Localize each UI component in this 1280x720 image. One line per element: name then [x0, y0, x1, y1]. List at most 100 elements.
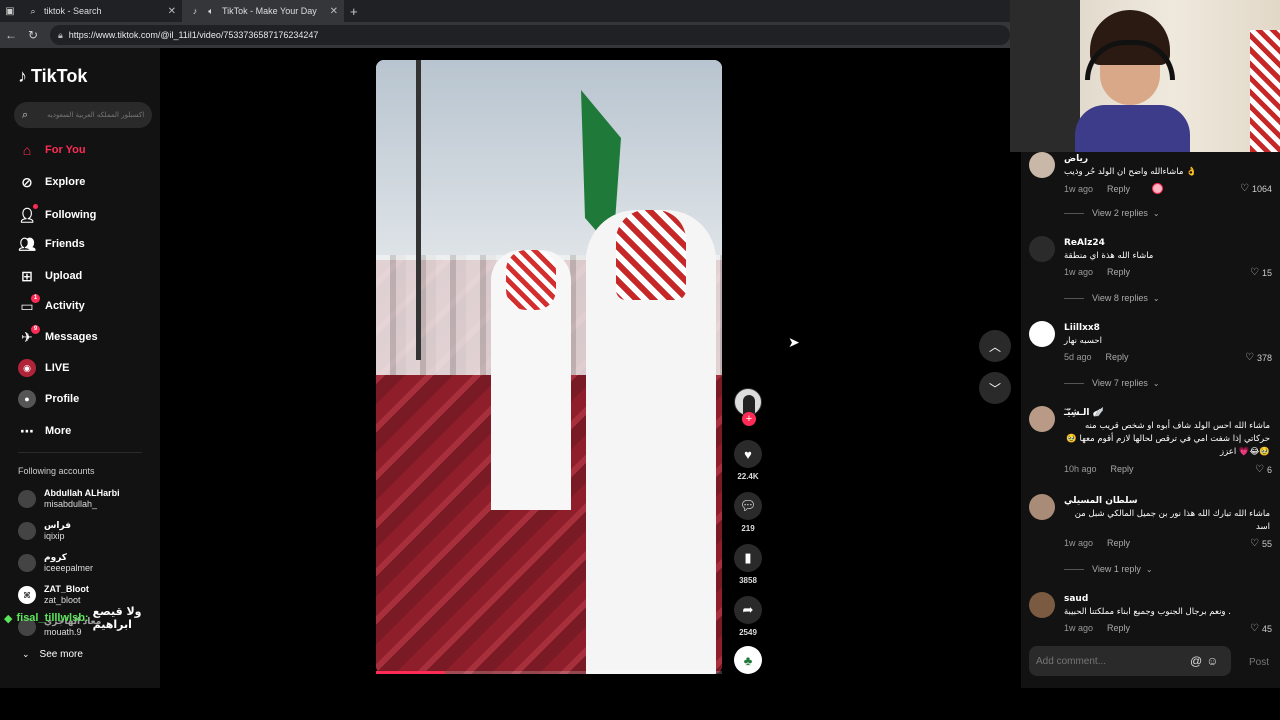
avatar[interactable] [1029, 321, 1055, 347]
reply-button[interactable]: Reply [1106, 352, 1129, 362]
creator-liked-icon [1152, 183, 1164, 194]
lock-icon[interactable]: 🔒︎ [58, 30, 63, 41]
speaker-icon[interactable]: 🔈︎ [206, 6, 216, 16]
reply-button[interactable]: Reply [1107, 538, 1130, 548]
comment-meta: 5d ago Reply [1064, 352, 1129, 362]
account-item[interactable]: Abdullah ALHarbi misabdullah_ [18, 488, 120, 510]
comment-like-button[interactable]: ♡ 1064 [1240, 183, 1272, 194]
nav-profile[interactable]: ● Profile [18, 390, 79, 408]
reply-button[interactable]: Reply [1107, 267, 1130, 277]
account-name: ZAT_Bloot [44, 584, 89, 594]
view-replies-button[interactable]: View 1 reply ⌄ [1064, 564, 1153, 574]
account-item[interactable]: ⌘ ZAT_Bloot zat_bloot [18, 584, 89, 606]
tiktok-logo[interactable]: ♪ TikTok [18, 66, 87, 87]
avatar[interactable] [1029, 406, 1055, 432]
view-replies-button[interactable]: View 8 replies ⌄ [1064, 293, 1160, 303]
webcam-chair [1010, 0, 1080, 152]
mention-icon[interactable]: @ [1190, 654, 1202, 668]
comment-author[interactable]: Liillxx8 [1064, 323, 1100, 333]
comment-author[interactable]: ReAlz24 [1064, 238, 1105, 248]
music-disc-icon[interactable]: ♣ [734, 646, 762, 674]
comment-button[interactable]: 💬︎ 219 [732, 492, 764, 533]
comment-like-button[interactable]: ♡ 45 [1250, 623, 1272, 634]
nav-label: Activity [45, 300, 85, 312]
previous-video-button[interactable]: ︿ [979, 330, 1011, 362]
share-button[interactable]: ➦ 2549 [732, 596, 764, 637]
like-button[interactable]: ♥ 22.4K [732, 440, 764, 481]
comment-author[interactable]: سلطان المسيلي [1064, 496, 1138, 506]
chevron-down-icon: ⌄ [1152, 378, 1160, 388]
nav-more[interactable]: ⋯ More [18, 422, 71, 440]
video-frame-headscarf [616, 210, 686, 300]
account-handle: misabdullah_ [44, 499, 98, 509]
reload-icon[interactable]: ↻ [22, 28, 44, 42]
comment-like-button[interactable]: ♡ 15 [1250, 267, 1272, 278]
comment-like-button[interactable]: ♡ 378 [1245, 352, 1272, 363]
back-icon[interactable]: ← [0, 28, 22, 42]
account-item[interactable]: فراس iqixip [18, 520, 71, 542]
nav-friends[interactable]: 👥︎ Friends [18, 235, 85, 253]
avatar[interactable] [1029, 494, 1055, 520]
view-replies-label: View 7 replies [1092, 378, 1148, 388]
add-comment-box[interactable]: @ ☺ [1029, 646, 1231, 676]
comment-author[interactable]: الـشِيّـٓ 🪽 [1064, 408, 1104, 418]
nav-live[interactable]: ◉ LIVE [18, 359, 69, 377]
next-video-button[interactable]: ﹀ [979, 372, 1011, 404]
nav-following[interactable]: 👤︎ Following [18, 204, 96, 224]
url-field[interactable]: 🔒︎ https://www.tiktok.com/@il_11il1/vide… [50, 25, 1010, 45]
search-box[interactable]: ⌕ [14, 102, 152, 128]
avatar[interactable] [1029, 152, 1055, 178]
view-replies-button[interactable]: View 7 replies ⌄ [1064, 378, 1160, 388]
comment-meta: 1w ago Reply [1064, 183, 1164, 194]
account-item[interactable]: كروم iceeepalmer [18, 552, 93, 574]
follow-plus-icon[interactable]: + [742, 412, 756, 426]
tab-search[interactable]: ⌕ tiktok - Search ✕ [20, 0, 182, 22]
new-tab-button[interactable]: + [350, 4, 358, 19]
stream-chat-overlay: ◆ fisal_tilllwlsb: ولا قيصع ابراهيم [4, 605, 160, 631]
nav-explore[interactable]: ⊘ Explore [18, 173, 85, 191]
tab-tiktok[interactable]: ♪ 🔈︎ TikTok - Make Your Day ✕ [182, 0, 344, 22]
nav-activity[interactable]: ▭ 1 Activity [18, 294, 85, 315]
emoji-icon[interactable]: ☺ [1206, 654, 1218, 668]
comment-author[interactable]: saud [1064, 594, 1088, 604]
see-more-button[interactable]: ⌄ See more [22, 649, 83, 660]
nav-label: Explore [45, 176, 86, 188]
close-icon[interactable]: ✕ [330, 6, 338, 17]
nav-messages[interactable]: ✈︎ 9 Messages [18, 325, 98, 346]
following-accounts-title: Following accounts [18, 466, 95, 476]
activity-icon: ▭ 1 [18, 294, 40, 315]
comment-time: 1w ago [1064, 538, 1094, 548]
comment-like-button[interactable]: ♡ 6 [1255, 464, 1272, 475]
avatar[interactable] [1029, 592, 1055, 618]
comment-author[interactable]: رياض [1064, 154, 1088, 164]
view-replies-label: View 1 reply [1092, 564, 1141, 574]
following-icon: 👤︎ [18, 204, 38, 224]
comment-like-count: 45 [1261, 623, 1272, 634]
mouse-cursor-icon: ➤ [788, 334, 800, 350]
reply-button[interactable]: Reply [1111, 464, 1134, 474]
close-icon[interactable]: ✕ [168, 6, 176, 17]
comment-input[interactable] [1036, 655, 1186, 667]
view-replies-button[interactable]: View 2 replies ⌄ [1064, 208, 1160, 218]
comment-like-button[interactable]: ♡ 55 [1250, 538, 1272, 549]
nav-upload[interactable]: ⊞ Upload [18, 267, 82, 285]
post-button[interactable]: Post [1249, 657, 1269, 668]
divider [1064, 212, 1084, 214]
save-button[interactable]: ▮ 3858 [732, 544, 764, 585]
reply-button[interactable]: Reply [1107, 184, 1130, 194]
divider [1064, 382, 1084, 384]
heart-outline-icon: ♡ [1240, 183, 1249, 194]
nav-for-you[interactable]: ⌂ For You [18, 141, 86, 159]
avatar[interactable] [1029, 236, 1055, 262]
reply-button[interactable]: Reply [1107, 623, 1130, 633]
search-input[interactable] [34, 111, 145, 119]
logo-text: TikTok [31, 66, 88, 86]
comment-text: احسبه نهار [1064, 336, 1103, 346]
divider [18, 452, 142, 453]
video-progress-bar[interactable] [376, 671, 722, 674]
tab-actions-icon[interactable]: ▣ [0, 6, 20, 17]
profile-icon: ● [18, 390, 36, 408]
video-player[interactable] [376, 60, 722, 674]
tiktok-icon: ♪ [18, 66, 27, 86]
comment-count: 219 [741, 524, 755, 533]
